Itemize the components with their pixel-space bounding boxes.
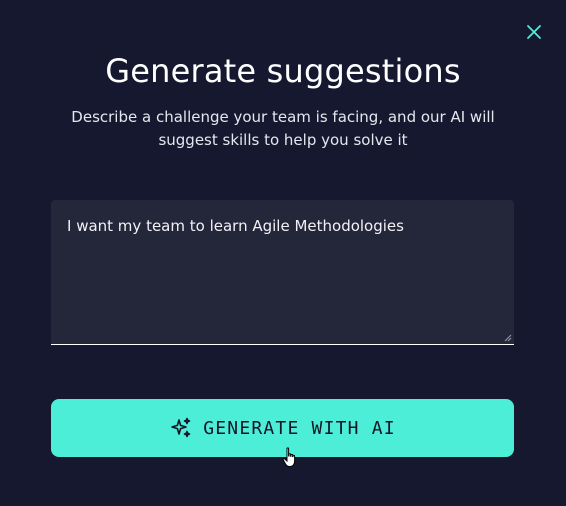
close-icon xyxy=(527,25,541,39)
generate-suggestions-dialog: Generate suggestions Describe a challeng… xyxy=(0,0,566,506)
sparkles-icon xyxy=(171,417,191,438)
dialog-title: Generate suggestions xyxy=(105,52,461,90)
hand-pointer-cursor-icon xyxy=(282,447,296,467)
resize-handle-icon[interactable] xyxy=(504,334,512,342)
close-button[interactable] xyxy=(522,20,546,44)
challenge-input-container: I want my team to learn Agile Methodolog… xyxy=(51,200,514,345)
challenge-input[interactable]: I want my team to learn Agile Methodolog… xyxy=(51,200,514,344)
dialog-subtitle: Describe a challenge your team is facing… xyxy=(71,108,495,149)
generate-button-label: GENERATE WITH AI xyxy=(203,417,396,439)
